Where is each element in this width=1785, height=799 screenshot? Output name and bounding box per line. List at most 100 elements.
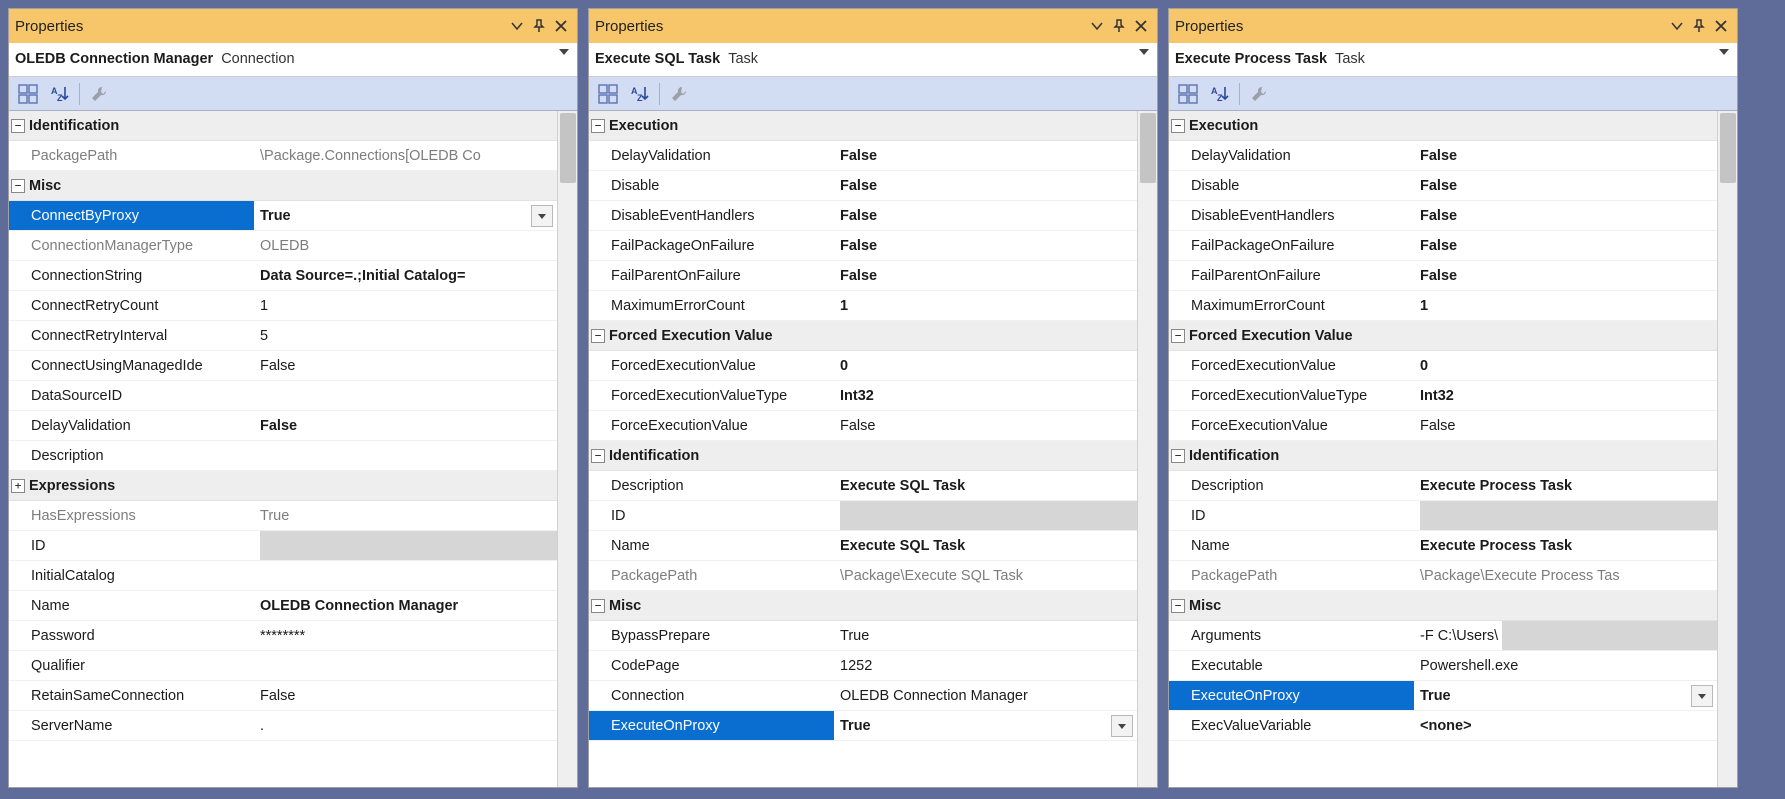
property-row[interactable]: Name Execute SQL Task — [589, 531, 1137, 561]
alphabetical-view-icon[interactable]: A Z — [1207, 81, 1233, 107]
property-value-cell[interactable]: True — [254, 201, 557, 230]
property-row[interactable]: ID — [1169, 501, 1717, 531]
property-value-cell[interactable] — [834, 501, 1137, 530]
toggle-icon[interactable]: − — [1171, 329, 1185, 343]
property-row[interactable]: ForcedExecutionValue 0 — [1169, 351, 1717, 381]
property-row[interactable]: Name OLEDB Connection Manager — [9, 591, 557, 621]
property-pages-icon[interactable] — [666, 81, 692, 107]
property-row[interactable]: Name Execute Process Task — [1169, 531, 1717, 561]
property-row[interactable]: FailPackageOnFailure False — [589, 231, 1137, 261]
property-row[interactable]: DelayValidation False — [1169, 141, 1717, 171]
property-row[interactable]: PackagePath \Package.Connections[OLEDB C… — [9, 141, 557, 171]
property-row[interactable]: FailPackageOnFailure False — [1169, 231, 1717, 261]
toggle-icon[interactable]: − — [1171, 449, 1185, 463]
property-value-cell[interactable] — [254, 531, 557, 560]
property-value-cell[interactable]: False — [834, 141, 1137, 170]
pin-icon[interactable] — [1109, 16, 1129, 36]
property-value-cell[interactable]: True — [254, 501, 557, 530]
property-value-cell[interactable] — [254, 441, 557, 470]
property-value-cell[interactable]: Int32 — [1414, 381, 1717, 410]
category-header[interactable]: − Forced Execution Value — [589, 321, 1137, 351]
chevron-down-icon[interactable] — [1139, 49, 1149, 55]
property-value-cell[interactable] — [254, 381, 557, 410]
toggle-icon[interactable]: − — [1171, 119, 1185, 133]
property-row[interactable]: PackagePath \Package\Execute SQL Task — [589, 561, 1137, 591]
toggle-icon[interactable]: − — [591, 329, 605, 343]
property-row[interactable]: FailParentOnFailure False — [589, 261, 1137, 291]
property-value-cell[interactable]: OLEDB Connection Manager — [834, 681, 1137, 710]
close-icon[interactable] — [1131, 16, 1151, 36]
category-header[interactable]: − Identification — [589, 441, 1137, 471]
property-row[interactable]: Disable False — [1169, 171, 1717, 201]
property-value-cell[interactable]: ******** — [254, 621, 557, 650]
object-selector[interactable]: Execute SQL Task Task — [589, 43, 1157, 77]
property-row[interactable]: Disable False — [589, 171, 1137, 201]
toggle-icon[interactable]: − — [11, 179, 25, 193]
category-header[interactable]: − Misc — [1169, 591, 1717, 621]
property-value-cell[interactable]: False — [254, 351, 557, 380]
toggle-icon[interactable]: − — [11, 119, 25, 133]
property-value-cell[interactable]: False — [1414, 231, 1717, 260]
toggle-icon[interactable]: − — [1171, 599, 1185, 613]
property-row[interactable]: Description Execute Process Task — [1169, 471, 1717, 501]
property-row[interactable]: MaximumErrorCount 1 — [1169, 291, 1717, 321]
category-header[interactable]: − Execution — [589, 111, 1137, 141]
property-row[interactable]: ForcedExecutionValueType Int32 — [589, 381, 1137, 411]
property-value-cell[interactable]: False — [1414, 171, 1717, 200]
property-row[interactable]: ConnectUsingManagedIde False — [9, 351, 557, 381]
property-row[interactable]: MaximumErrorCount 1 — [589, 291, 1137, 321]
property-row[interactable]: ExecuteOnProxy True — [1169, 681, 1717, 711]
property-value-cell[interactable]: \Package.Connections[OLEDB Co — [254, 141, 557, 170]
property-row[interactable]: ForceExecutionValue False — [1169, 411, 1717, 441]
categorized-view-icon[interactable] — [595, 81, 621, 107]
property-row[interactable]: ConnectionManagerType OLEDB — [9, 231, 557, 261]
property-value-cell[interactable]: False — [834, 201, 1137, 230]
toggle-icon[interactable]: − — [591, 119, 605, 133]
property-value-cell[interactable]: 1 — [254, 291, 557, 320]
category-header[interactable]: + Expressions — [9, 471, 557, 501]
alphabetical-view-icon[interactable]: A Z — [627, 81, 653, 107]
category-header[interactable]: − Identification — [1169, 441, 1717, 471]
window-menu-icon[interactable] — [1087, 16, 1107, 36]
pin-icon[interactable] — [529, 16, 549, 36]
close-icon[interactable] — [1711, 16, 1731, 36]
object-selector[interactable]: Execute Process Task Task — [1169, 43, 1737, 77]
scrollbar[interactable] — [557, 111, 577, 787]
property-row[interactable]: HasExpressions True — [9, 501, 557, 531]
property-value-cell[interactable]: OLEDB Connection Manager — [254, 591, 557, 620]
window-menu-icon[interactable] — [1667, 16, 1687, 36]
property-value-cell[interactable]: False — [1414, 261, 1717, 290]
property-row[interactable]: InitialCatalog — [9, 561, 557, 591]
property-row[interactable]: DelayValidation False — [589, 141, 1137, 171]
property-value-cell[interactable]: Execute SQL Task — [834, 471, 1137, 500]
property-row[interactable]: Connection OLEDB Connection Manager — [589, 681, 1137, 711]
property-value-cell[interactable]: Powershell.exe — [1414, 651, 1717, 680]
categorized-view-icon[interactable] — [15, 81, 41, 107]
property-value-cell[interactable]: <none> — [1414, 711, 1717, 740]
property-row[interactable]: Description Execute SQL Task — [589, 471, 1137, 501]
property-row[interactable]: Executable Powershell.exe — [1169, 651, 1717, 681]
property-row[interactable]: DelayValidation False — [9, 411, 557, 441]
property-value-cell[interactable]: 5 — [254, 321, 557, 350]
property-value-cell[interactable]: 1 — [1414, 291, 1717, 320]
property-row[interactable]: ConnectRetryCount 1 — [9, 291, 557, 321]
property-value-cell[interactable]: 1252 — [834, 651, 1137, 680]
scrollbar[interactable] — [1717, 111, 1737, 787]
property-pages-icon[interactable] — [86, 81, 112, 107]
property-row[interactable]: ServerName . — [9, 711, 557, 741]
object-selector[interactable]: OLEDB Connection Manager Connection — [9, 43, 577, 77]
property-value-cell[interactable]: True — [1414, 681, 1717, 710]
property-value-cell[interactable]: False — [254, 411, 557, 440]
categorized-view-icon[interactable] — [1175, 81, 1201, 107]
property-value-cell[interactable]: False — [254, 681, 557, 710]
property-value-cell[interactable]: False — [834, 231, 1137, 260]
category-header[interactable]: − Misc — [589, 591, 1137, 621]
property-row[interactable]: Arguments -F C:\Users\ — [1169, 621, 1717, 651]
property-value-cell[interactable]: True — [834, 621, 1137, 650]
property-value-cell[interactable]: Data Source=.;Initial Catalog= — [254, 261, 557, 290]
property-value-cell[interactable]: 0 — [1414, 351, 1717, 380]
property-value-cell[interactable]: \Package\Execute Process Tas — [1414, 561, 1717, 590]
property-row[interactable]: ConnectByProxy True — [9, 201, 557, 231]
property-value-cell[interactable]: False — [1414, 411, 1717, 440]
scroll-thumb[interactable] — [1140, 113, 1156, 183]
